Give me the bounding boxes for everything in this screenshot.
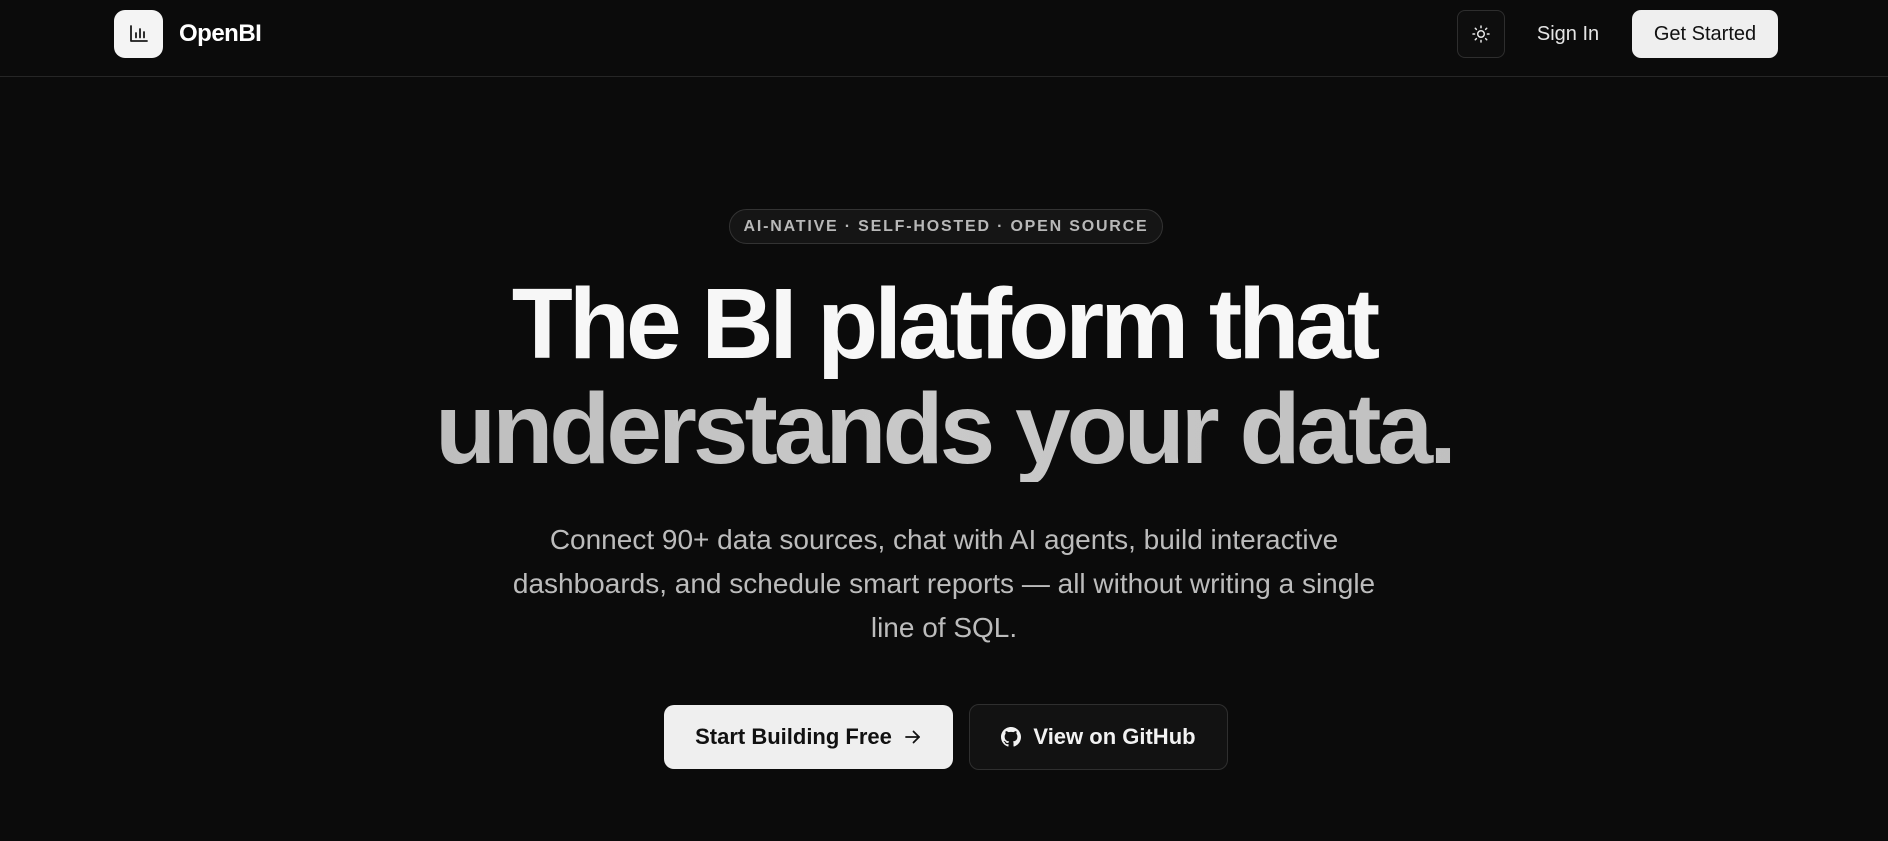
github-icon <box>1001 727 1022 747</box>
start-building-label: Start Building Free <box>695 724 892 749</box>
sign-in-link[interactable]: Sign In <box>1522 10 1614 58</box>
hero-subtitle: Connect 90+ data sources, chat with AI a… <box>512 524 1376 643</box>
view-github-button[interactable]: View on GitHub <box>969 704 1228 770</box>
sun-icon <box>1472 25 1490 43</box>
headline-line-1: The BI platform that <box>511 268 1380 380</box>
logo-mark[interactable] <box>114 10 163 58</box>
theme-toggle-button[interactable] <box>1457 10 1505 58</box>
view-github-label: View on GitHub <box>1033 724 1196 749</box>
landing-page: OpenBI Sign In Get Started AI-NATIVE · S… <box>0 0 1888 841</box>
bar-chart-icon <box>129 25 149 43</box>
arrow-right-icon <box>904 729 922 745</box>
top-nav: OpenBI Sign In Get Started <box>0 0 1888 77</box>
get-started-button[interactable]: Get Started <box>1632 10 1778 58</box>
start-building-button[interactable]: Start Building Free <box>664 705 953 769</box>
hero-headline: The BI platform that understands your da… <box>0 272 1888 482</box>
headline-line-2: understands your data. <box>0 377 1888 482</box>
feature-badge: AI-NATIVE · SELF-HOSTED · OPEN SOURCE <box>729 209 1163 244</box>
brand-name[interactable]: OpenBI <box>179 18 262 50</box>
